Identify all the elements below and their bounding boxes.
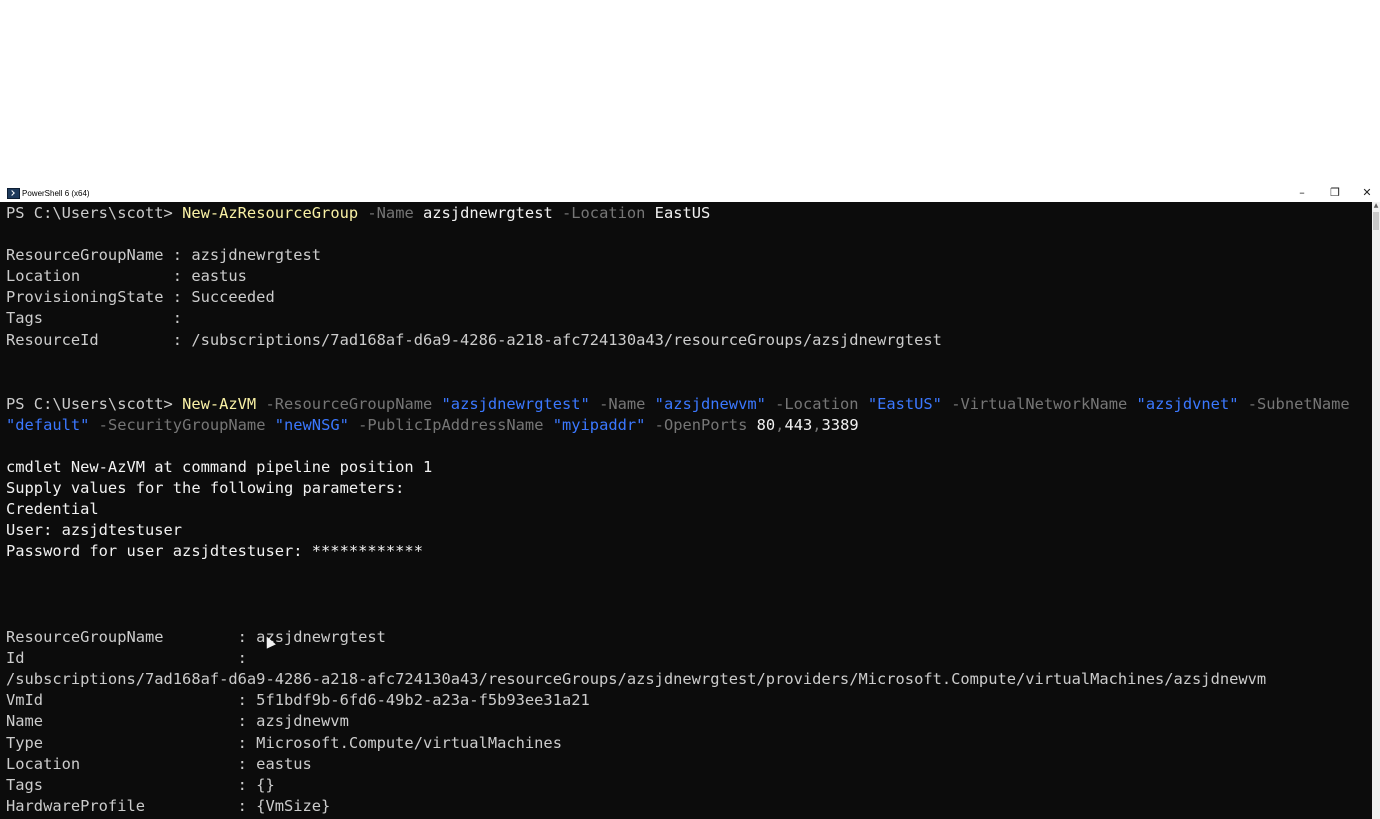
cmdlet-name: New-AzResourceGroup bbox=[182, 204, 359, 222]
prompt-line: Credential bbox=[6, 500, 99, 518]
string-argument: "newNSG" bbox=[274, 416, 349, 434]
command-line-2-wrap: "default" -SecurityGroupName "newNSG" -P… bbox=[6, 415, 859, 436]
output-line: Id : bbox=[6, 649, 247, 667]
argument: EastUS bbox=[654, 204, 711, 222]
number-argument: 3389 bbox=[821, 416, 859, 434]
output-line: Location : eastus bbox=[6, 755, 312, 773]
window-title: PowerShell 6 (x64) bbox=[22, 189, 90, 198]
number-argument: 80 bbox=[756, 416, 776, 434]
output-line: /subscriptions/7ad168af-d6a9-4286-a218-a… bbox=[6, 670, 1267, 688]
prompt-line: Supply values for the following paramete… bbox=[6, 479, 405, 497]
title-bar: PowerShell 6 (x64) – ❐ ✕ bbox=[0, 185, 1380, 202]
vertical-scrollbar[interactable]: ▲ bbox=[1372, 202, 1380, 819]
argument: azsjdnewrgtest bbox=[423, 204, 553, 222]
console-output[interactable]: PS C:\Users\scott> New-AzResourceGroup -… bbox=[0, 202, 1372, 819]
command-line-2: PS C:\Users\scott> New-AzVM -ResourceGro… bbox=[6, 394, 1350, 415]
powershell-icon bbox=[7, 188, 20, 199]
output-line: ResourceGroupName : azsjdnewrgtest bbox=[6, 628, 386, 646]
string-argument: "EastUS" bbox=[867, 395, 942, 413]
cmdlet-name: New-AzVM bbox=[182, 395, 257, 413]
parameter: -PublicIpAddressName bbox=[348, 416, 553, 434]
close-button[interactable]: ✕ bbox=[1352, 185, 1380, 202]
prompt-line: Password for user azsjdtestuser: *******… bbox=[6, 542, 423, 560]
parameter: -SubnetName bbox=[1238, 395, 1350, 413]
output-line: Type : Microsoft.Compute/virtualMachines bbox=[6, 734, 562, 752]
parameter: -SecurityGroupName bbox=[89, 416, 275, 434]
parameter: -ResourceGroupName bbox=[256, 395, 442, 413]
output-line: Location : eastus bbox=[6, 267, 247, 285]
output-line: HardwareProfile : {VmSize} bbox=[6, 797, 331, 815]
output-line: ResourceId : /subscriptions/7ad168af-d6a… bbox=[6, 331, 942, 349]
parameter: -Location bbox=[552, 204, 655, 222]
prompt: PS C:\Users\scott> bbox=[6, 204, 183, 222]
output-line: Tags : {} bbox=[6, 776, 275, 794]
output-line: ResourceGroupName : azsjdnewrgtest bbox=[6, 246, 322, 264]
parameter: -OpenPorts bbox=[645, 416, 757, 434]
string-argument: "default" bbox=[6, 416, 90, 434]
number-argument: 443 bbox=[784, 416, 813, 434]
prompt-line: User: azsjdtestuser bbox=[6, 521, 183, 539]
scroll-up-icon[interactable]: ▲ bbox=[1372, 202, 1380, 210]
string-argument: "azsjdnewrgtest" bbox=[441, 395, 590, 413]
command-line-1: PS C:\Users\scott> New-AzResourceGroup -… bbox=[6, 203, 710, 224]
output-line: Name : azsjdnewvm bbox=[6, 712, 349, 730]
string-argument: "myipaddr" bbox=[552, 416, 646, 434]
prompt: PS C:\Users\scott> bbox=[6, 395, 183, 413]
parameter: -Name bbox=[589, 395, 655, 413]
prompt-line: cmdlet New-AzVM at command pipeline posi… bbox=[6, 458, 433, 476]
string-argument: "azsjdvnet" bbox=[1136, 395, 1239, 413]
string-argument: "azsjdnewvm" bbox=[654, 395, 766, 413]
parameter: -VirtualNetworkName bbox=[941, 395, 1137, 413]
minimize-button[interactable]: – bbox=[1287, 185, 1317, 202]
parameter: -Location bbox=[765, 395, 868, 413]
output-line: VmId : 5f1bdf9b-6fd6-49b2-a23a-f5b93ee31… bbox=[6, 691, 590, 709]
separator: , bbox=[812, 416, 822, 434]
maximize-button[interactable]: ❐ bbox=[1320, 185, 1350, 202]
scrollbar-thumb[interactable] bbox=[1373, 212, 1379, 230]
parameter: -Name bbox=[358, 204, 423, 222]
output-line: Tags : bbox=[6, 309, 183, 327]
output-line: ProvisioningState : Succeeded bbox=[6, 288, 275, 306]
